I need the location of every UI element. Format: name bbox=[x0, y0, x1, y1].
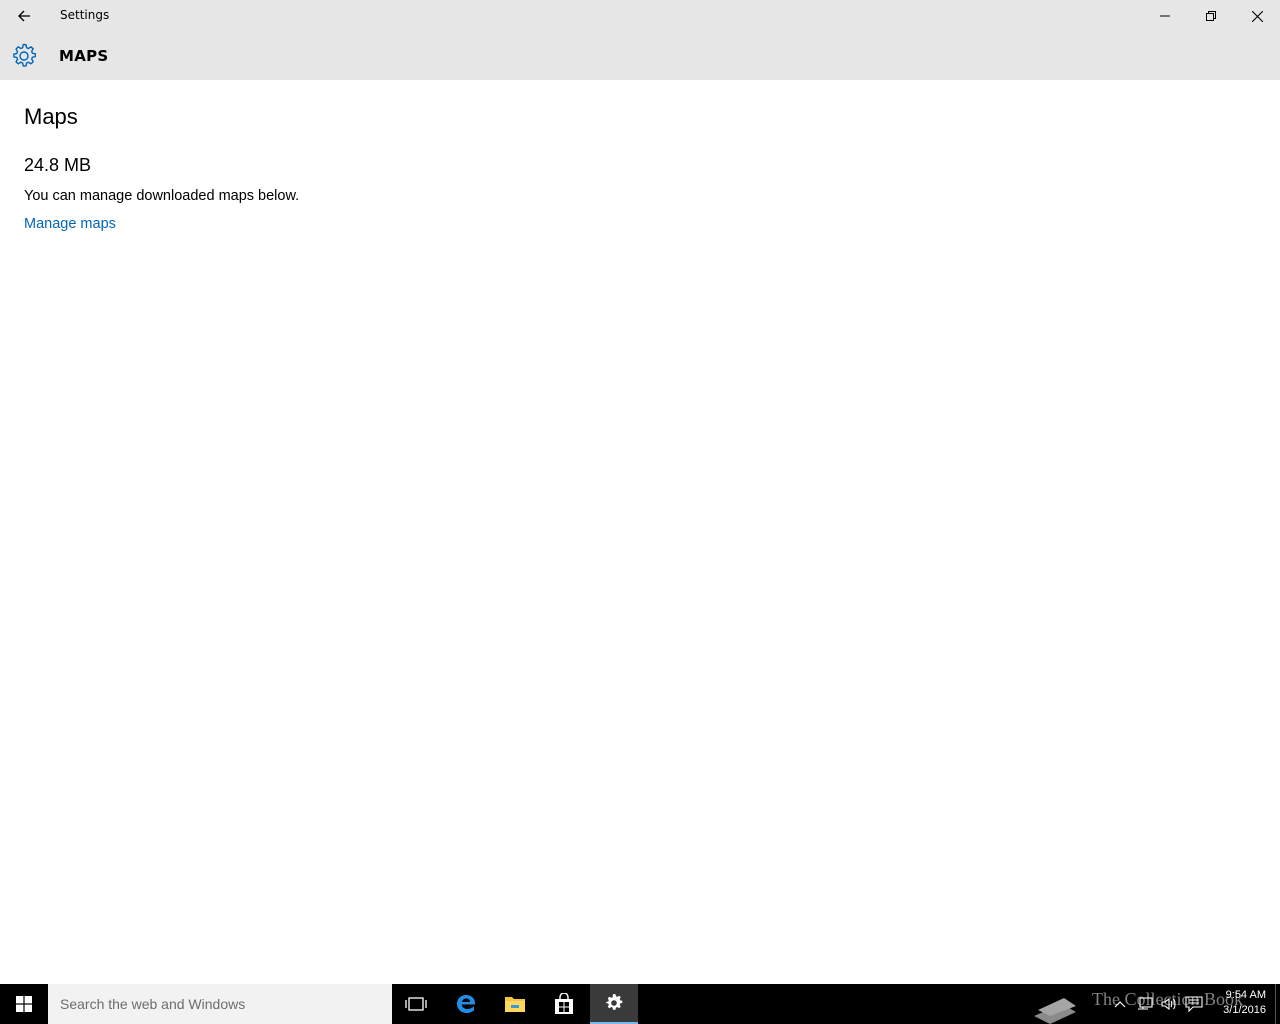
clock[interactable]: 9:54 AM 3/1/2016 bbox=[1210, 988, 1266, 1018]
back-button[interactable] bbox=[0, 0, 48, 32]
taskbar: Search the web and Windows The Collectio… bbox=[0, 984, 1280, 1024]
file-explorer-icon bbox=[505, 997, 525, 1012]
description-text: You can manage downloaded maps below. bbox=[24, 188, 300, 204]
edge-button[interactable] bbox=[442, 984, 490, 1024]
manage-maps-link[interactable]: Manage maps bbox=[24, 216, 116, 232]
edge-icon bbox=[457, 995, 475, 1013]
show-desktop-button[interactable] bbox=[1275, 984, 1276, 1024]
close-button[interactable] bbox=[1234, 0, 1280, 32]
start-button[interactable] bbox=[0, 984, 48, 1024]
close-icon bbox=[1251, 10, 1263, 22]
search-box[interactable]: Search the web and Windows bbox=[48, 984, 392, 1024]
maximize-icon bbox=[1206, 11, 1216, 21]
back-arrow-icon bbox=[18, 10, 30, 22]
file-explorer-button[interactable] bbox=[491, 984, 539, 1024]
gear-icon bbox=[13, 43, 36, 67]
title-bar: Settings bbox=[0, 0, 1280, 32]
network-button[interactable] bbox=[1135, 994, 1155, 1014]
task-view-button[interactable] bbox=[392, 984, 440, 1024]
action-center-button[interactable] bbox=[1184, 994, 1204, 1014]
page-header: MAPS bbox=[0, 32, 1280, 80]
settings-taskbar-button[interactable] bbox=[590, 984, 638, 1024]
task-view-icon bbox=[405, 997, 427, 1011]
storage-size: 24.8 MB bbox=[24, 155, 92, 175]
section-title: MAPS bbox=[59, 47, 109, 65]
chevron-up-icon bbox=[1114, 1001, 1126, 1008]
search-placeholder: Search the web and Windows bbox=[60, 996, 246, 1012]
store-button[interactable] bbox=[540, 984, 588, 1024]
store-icon bbox=[555, 993, 573, 1014]
volume-button[interactable] bbox=[1159, 994, 1179, 1014]
network-icon bbox=[1138, 997, 1153, 1010]
clock-time: 9:54 AM bbox=[1225, 989, 1266, 1001]
windows-logo-icon bbox=[16, 996, 32, 1012]
minimize-icon bbox=[1160, 15, 1170, 17]
book-logo-icon bbox=[1034, 998, 1076, 1024]
settings-window: Settings MAPS Maps 24.8 MB You can manag… bbox=[0, 0, 1280, 984]
action-center-icon bbox=[1185, 996, 1203, 1012]
settings-gear-icon bbox=[606, 994, 623, 1010]
volume-icon bbox=[1161, 997, 1176, 1011]
show-hidden-icons-button[interactable] bbox=[1110, 994, 1130, 1014]
minimize-button[interactable] bbox=[1142, 0, 1188, 32]
page-title: Maps bbox=[24, 104, 78, 129]
maximize-button[interactable] bbox=[1188, 0, 1234, 32]
clock-date: 3/1/2016 bbox=[1223, 1004, 1266, 1016]
window-title: Settings bbox=[60, 8, 110, 22]
